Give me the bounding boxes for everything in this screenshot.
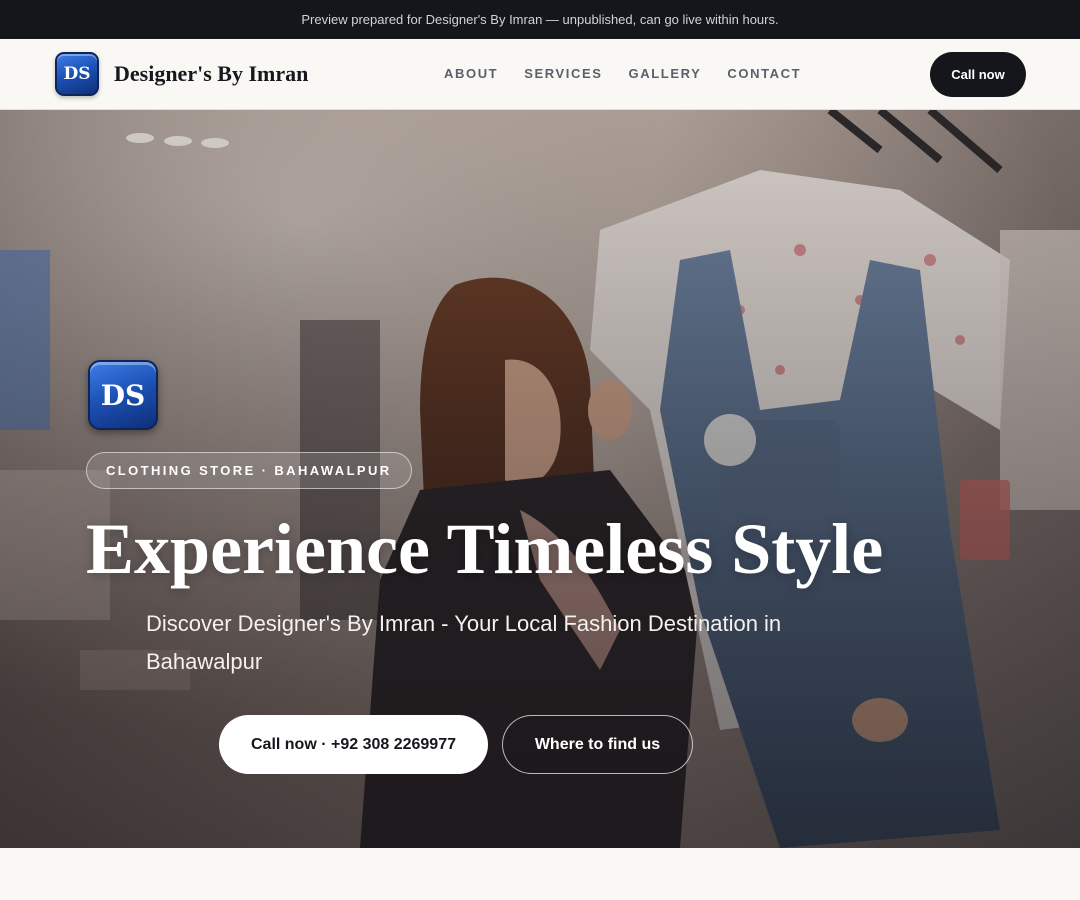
site-header: DS Designer's By Imran ABOUT SERVICES GA… [0,39,1080,110]
nav-link-gallery[interactable]: GALLERY [629,66,702,81]
hero-category-badge: CLOTHING STORE · BAHAWALPUR [86,452,412,489]
logo-badge[interactable]: DS [55,52,99,96]
preview-banner: Preview prepared for Designer's By Imran… [0,0,1080,39]
header-call-button[interactable]: Call now [930,52,1026,97]
hero-title: Experience Timeless Style [86,509,884,589]
hero-logo-badge: DS [88,360,158,430]
hero-logo-initials: DS [100,378,146,412]
hero-subtitle: Discover Designer's By Imran - Your Loca… [146,611,782,674]
logo-initials: DS [63,64,91,84]
brand-name[interactable]: Designer's By Imran [114,61,308,87]
nav-link-services[interactable]: SERVICES [524,66,602,81]
call-now-button[interactable]: Call now · +92 308 2269977 [219,715,488,774]
main-nav: ABOUT SERVICES GALLERY CONTACT [444,66,801,81]
preview-banner-text: Preview prepared for Designer's By Imran… [301,12,779,27]
find-us-button[interactable]: Where to find us [502,715,693,774]
nav-link-contact[interactable]: CONTACT [727,66,801,81]
hero-section: DS CLOTHING STORE · BAHAWALPUR Experienc… [0,110,1080,848]
nav-link-about[interactable]: ABOUT [444,66,498,81]
